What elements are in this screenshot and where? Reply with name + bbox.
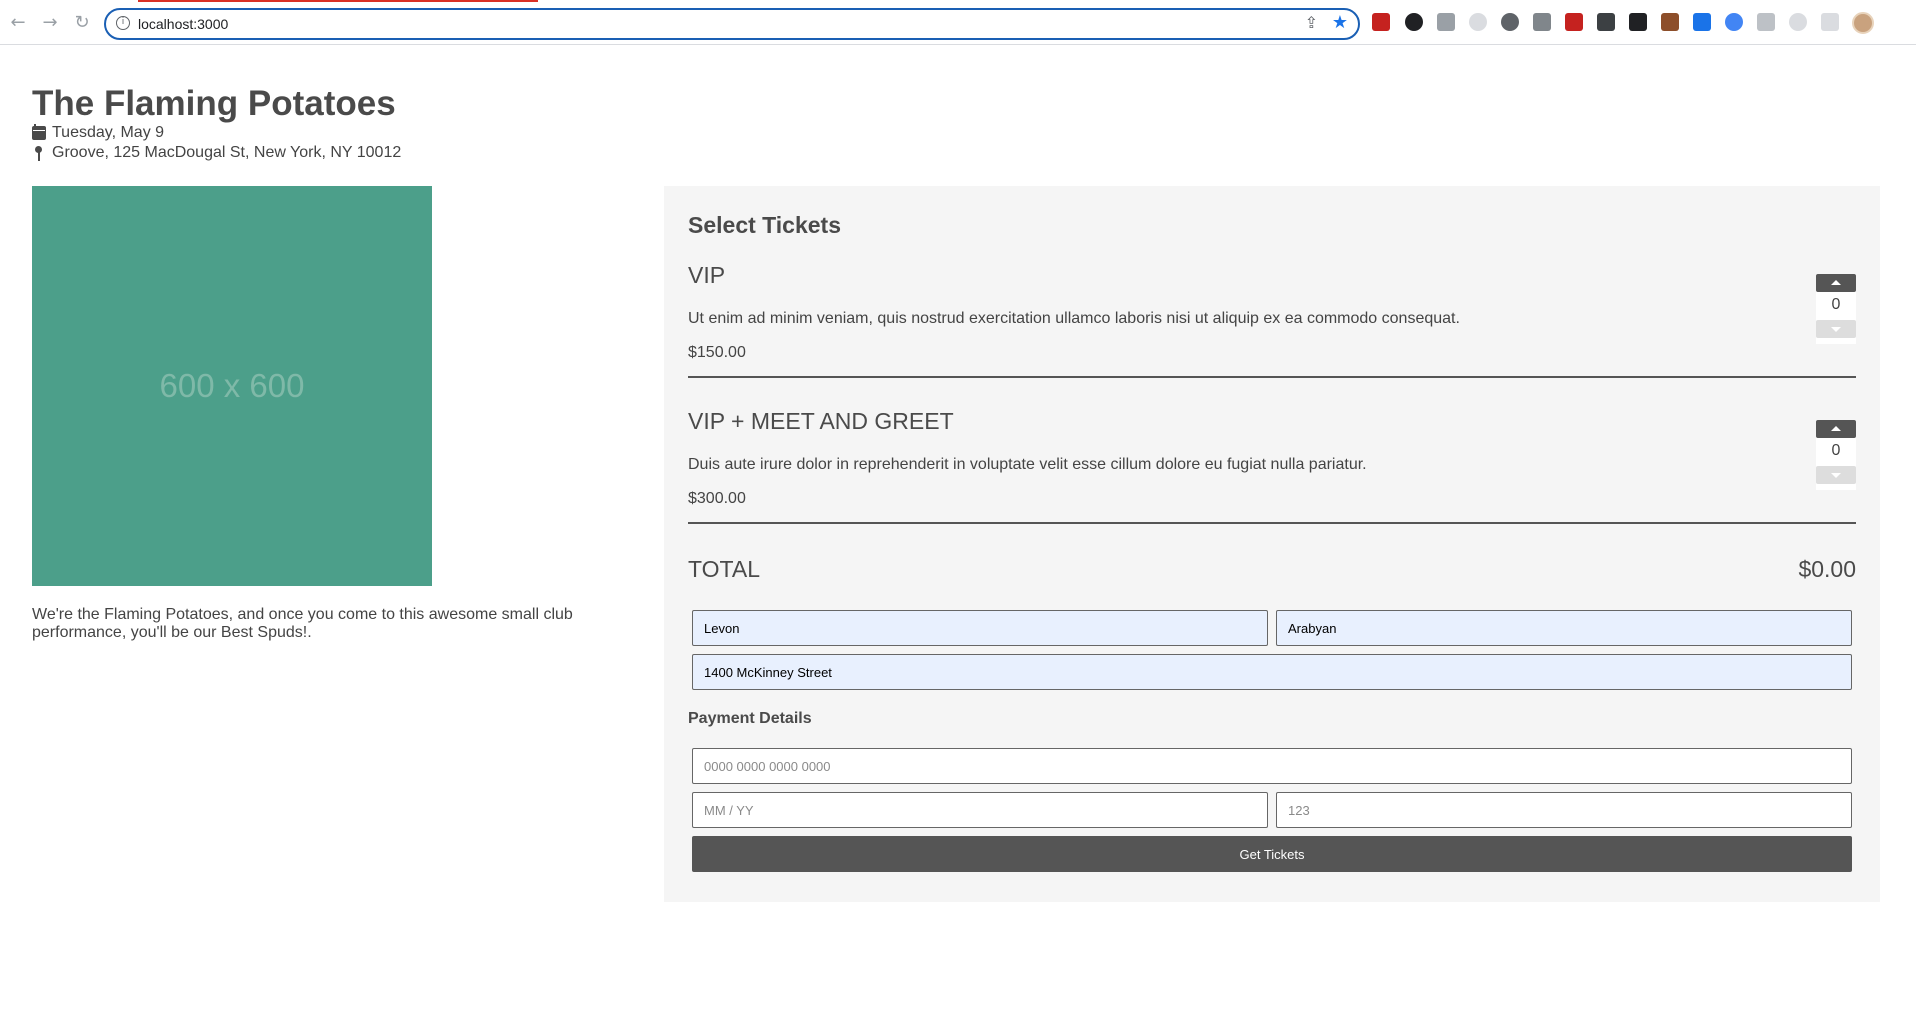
extension-icon[interactable]: [1725, 13, 1743, 31]
tab-indicator: [138, 0, 538, 2]
cvc-field[interactable]: [1276, 792, 1852, 828]
address-bar[interactable]: i localhost:3000 ⇪ ★: [104, 8, 1360, 40]
card-number-field[interactable]: [692, 748, 1852, 784]
event-image: 600 x 600: [32, 186, 432, 586]
event-title: The Flaming Potatoes: [32, 84, 396, 123]
profile-avatar[interactable]: [1852, 12, 1874, 34]
event-venue-row: Groove, 125 MacDougal St, New York, NY 1…: [32, 144, 401, 162]
bookmark-star-icon[interactable]: ★: [1332, 12, 1348, 33]
side-panel-icon[interactable]: [1821, 13, 1839, 31]
reload-icon[interactable]: ↻: [70, 10, 94, 34]
ticket-name: VIP: [688, 262, 726, 288]
decrement-button[interactable]: [1816, 320, 1856, 338]
extension-icon[interactable]: [1693, 13, 1711, 31]
extension-icon[interactable]: [1661, 13, 1679, 31]
quantity-value[interactable]: 0: [1816, 442, 1856, 460]
map-pin-icon: [32, 146, 46, 161]
site-info-icon[interactable]: i: [116, 16, 130, 30]
ticket-description: Duis aute irure dolor in reprehenderit i…: [688, 456, 1367, 473]
quantity-stepper[interactable]: 0: [1816, 274, 1856, 344]
browser-toolbar: ← → ↻ i localhost:3000 ⇪ ★: [0, 0, 1916, 45]
last-name-field[interactable]: [1276, 610, 1852, 646]
back-icon[interactable]: ←: [6, 10, 30, 34]
extension-icon[interactable]: [1597, 13, 1615, 31]
ticket-price: $300.00: [688, 490, 746, 507]
extension-icon[interactable]: [1469, 13, 1487, 31]
extension-icon[interactable]: [1629, 13, 1647, 31]
image-placeholder-label: 600 x 600: [159, 367, 305, 404]
extension-icon[interactable]: [1405, 13, 1423, 31]
ticket-name: VIP + MEET AND GREET: [688, 408, 954, 434]
decrement-button[interactable]: [1816, 466, 1856, 484]
first-name-field[interactable]: [692, 610, 1268, 646]
ticket-description: Ut enim ad minim veniam, quis nostrud ex…: [688, 310, 1460, 327]
increment-button[interactable]: [1816, 274, 1856, 292]
extension-icon[interactable]: [1789, 13, 1807, 31]
forward-icon[interactable]: →: [38, 10, 62, 34]
quantity-stepper[interactable]: 0: [1816, 420, 1856, 490]
url-text[interactable]: localhost:3000: [138, 16, 228, 32]
total-value: $0.00: [1798, 556, 1856, 582]
extension-icon[interactable]: [1501, 13, 1519, 31]
total-label: TOTAL: [688, 556, 760, 582]
extension-icon[interactable]: [1437, 13, 1455, 31]
address-field[interactable]: [692, 654, 1852, 690]
extension-icon[interactable]: [1372, 13, 1390, 31]
calendar-icon: [32, 124, 46, 140]
ticket-item: VIP + MEET AND GREET Duis aute irure dol…: [688, 404, 1856, 524]
share-icon[interactable]: ⇪: [1305, 13, 1318, 32]
increment-button[interactable]: [1816, 420, 1856, 438]
extension-icon[interactable]: [1533, 13, 1551, 31]
ticket-item: VIP Ut enim ad minim veniam, quis nostru…: [688, 258, 1856, 378]
event-date-row: Tuesday, May 9: [32, 124, 164, 142]
event-date: Tuesday, May 9: [52, 124, 165, 141]
select-tickets-heading: Select Tickets: [688, 212, 842, 238]
event-venue: Groove, 125 MacDougal St, New York, NY 1…: [52, 144, 402, 161]
puzzle-icon[interactable]: [1757, 13, 1775, 31]
get-tickets-button[interactable]: Get Tickets: [692, 836, 1852, 872]
quantity-value[interactable]: 0: [1816, 296, 1856, 314]
page-content: The Flaming Potatoes Tuesday, May 9 Groo…: [0, 46, 1916, 1015]
payment-details-heading: Payment Details: [688, 710, 812, 727]
ticket-price: $150.00: [688, 344, 746, 361]
extension-icon[interactable]: [1565, 13, 1583, 31]
event-description: We're the Flaming Potatoes, and once you…: [32, 606, 573, 641]
expiry-field[interactable]: [692, 792, 1268, 828]
ticket-panel: Select Tickets VIP Ut enim ad minim veni…: [664, 186, 1880, 902]
